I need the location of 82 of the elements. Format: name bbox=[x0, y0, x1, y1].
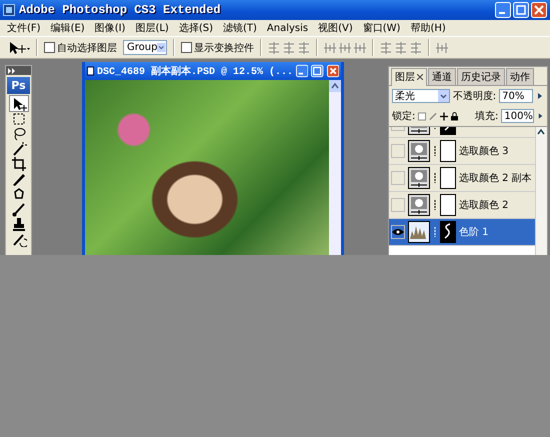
opacity-field[interactable]: 70% bbox=[499, 89, 534, 103]
visibility-toggle[interactable] bbox=[391, 144, 405, 158]
opacity-label: 不透明度: bbox=[452, 90, 496, 103]
layer-row[interactable]: 选取颜色 2 bbox=[389, 192, 535, 219]
panel-tab[interactable]: 通道 bbox=[428, 68, 456, 85]
layer-row[interactable]: 选取颜色 3 bbox=[389, 138, 535, 165]
move-tool-icon[interactable] bbox=[8, 40, 30, 54]
lock-transparency-icon[interactable] bbox=[418, 112, 426, 120]
close-icon[interactable] bbox=[417, 74, 423, 80]
scroll-up-icon[interactable] bbox=[536, 127, 546, 137]
expand-icon[interactable] bbox=[8, 68, 16, 74]
visibility-toggle[interactable] bbox=[391, 198, 405, 212]
window-title: Adobe Photoshop CS3 Extended bbox=[19, 3, 221, 17]
menu-item[interactable]: 图像(I) bbox=[90, 21, 130, 35]
distribute-icon[interactable] bbox=[354, 42, 366, 54]
crop-icon bbox=[10, 156, 26, 172]
link-icon bbox=[433, 227, 437, 237]
menu-item[interactable]: 滤镜(T) bbox=[218, 21, 262, 35]
panel-tab[interactable]: 历史记录 bbox=[457, 68, 505, 85]
menu-item[interactable]: 编辑(E) bbox=[46, 21, 90, 35]
menu-item[interactable]: 文件(F) bbox=[2, 21, 46, 35]
menu-item[interactable]: 选择(S) bbox=[174, 21, 218, 35]
document-icon bbox=[87, 66, 94, 76]
menu-item[interactable]: 帮助(H) bbox=[405, 21, 451, 35]
layer-name: 选取颜色 3 bbox=[459, 144, 509, 158]
fill-field[interactable]: 100% bbox=[501, 109, 534, 123]
align-icon[interactable] bbox=[283, 42, 295, 54]
move-icon[interactable] bbox=[440, 112, 448, 120]
wand-icon bbox=[10, 140, 26, 156]
lock-label: 锁定: bbox=[392, 110, 416, 123]
app-icon bbox=[3, 4, 15, 16]
lock-icon[interactable] bbox=[451, 112, 458, 120]
layer-name: 选取颜色 2 bbox=[459, 198, 509, 212]
menu-item[interactable]: Analysis bbox=[262, 22, 314, 34]
scrollbar[interactable] bbox=[329, 80, 341, 255]
align-icon[interactable] bbox=[380, 42, 392, 54]
marquee-icon bbox=[10, 110, 26, 126]
stamp-icon bbox=[10, 216, 26, 232]
adjustment-thumbnail bbox=[408, 194, 430, 216]
visibility-toggle[interactable] bbox=[391, 225, 405, 239]
minimize-icon[interactable] bbox=[296, 64, 308, 78]
arrow-icon[interactable] bbox=[536, 90, 544, 102]
blend-mode-dropdown[interactable]: 柔光 bbox=[392, 89, 450, 103]
distribute-icon[interactable] bbox=[339, 42, 351, 54]
layer-row[interactable]: 选取颜色 2 副本 bbox=[389, 165, 535, 192]
checkbox[interactable]: 显示变换控件 bbox=[181, 40, 254, 54]
dropdown[interactable]: Group bbox=[123, 40, 167, 55]
maximize-icon[interactable] bbox=[311, 64, 324, 78]
panel-tab[interactable]: 图层 bbox=[391, 68, 427, 86]
tool-button[interactable] bbox=[10, 156, 28, 171]
checkbox[interactable]: 自动选择图层 bbox=[44, 40, 117, 54]
histogram-thumbnail bbox=[408, 221, 430, 243]
link-icon bbox=[433, 146, 437, 156]
auto-align-icon[interactable] bbox=[436, 42, 448, 54]
fill-label: 填充: bbox=[474, 110, 498, 123]
align-icon[interactable] bbox=[298, 42, 310, 54]
eye-icon bbox=[392, 228, 404, 236]
maximize-icon[interactable] bbox=[513, 2, 529, 18]
scroll-up-icon[interactable] bbox=[329, 80, 341, 92]
menu-item[interactable]: 窗口(W) bbox=[358, 21, 406, 35]
distribute-icon[interactable] bbox=[324, 42, 336, 54]
tool-button[interactable] bbox=[10, 96, 28, 111]
visibility-toggle[interactable] bbox=[391, 171, 405, 185]
menu-item[interactable]: 图层(L) bbox=[130, 21, 174, 35]
panel-tab[interactable]: 动作 bbox=[506, 68, 534, 85]
app-logo: Ps bbox=[7, 77, 30, 94]
layer-row[interactable]: 色阶 1 bbox=[389, 219, 535, 246]
adjustment-thumbnail bbox=[408, 167, 430, 189]
scrollbar[interactable] bbox=[535, 127, 547, 255]
document-title: DSC_4689 副本副本.PSD @ 12.5% (... bbox=[97, 64, 294, 78]
link-icon bbox=[433, 200, 437, 210]
link-icon bbox=[433, 173, 437, 183]
adjustment-thumbnail bbox=[408, 140, 430, 162]
layer-name: 选取颜色 2 副本 bbox=[459, 172, 532, 185]
align-icon[interactable] bbox=[268, 42, 280, 54]
caret-icon bbox=[438, 90, 449, 102]
caret-icon bbox=[157, 41, 166, 54]
menu-item[interactable]: 视图(V) bbox=[313, 21, 358, 35]
align-icon[interactable] bbox=[410, 42, 422, 54]
minimize-icon[interactable] bbox=[495, 2, 511, 18]
layer-name: 色阶 1 bbox=[459, 226, 489, 239]
align-icon[interactable] bbox=[395, 42, 407, 54]
